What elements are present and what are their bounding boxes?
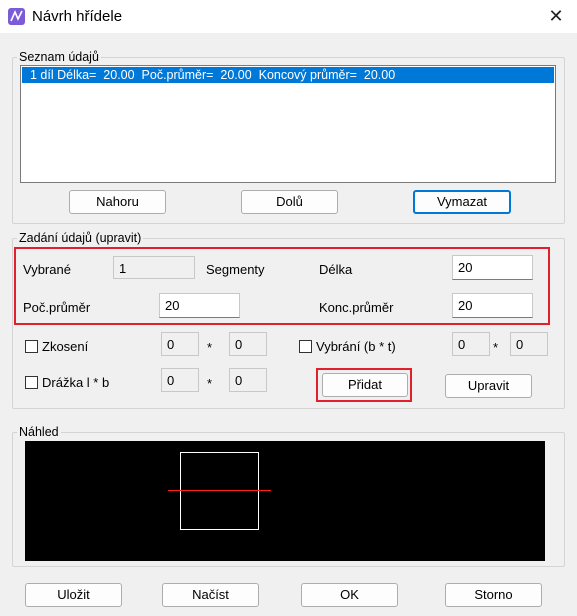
edit-button[interactable]: Upravit [445, 374, 532, 398]
chamfer-a-field[interactable]: 0 [161, 332, 199, 356]
close-icon[interactable]: ✕ [545, 5, 567, 27]
selected-value-field: 1 [113, 256, 195, 279]
groove-a-field[interactable]: 0 [161, 368, 199, 392]
shaft-preview-canvas [25, 441, 545, 561]
start-diameter-label: Poč.průměr [23, 300, 91, 315]
save-button[interactable]: Uložit [25, 583, 122, 607]
chamfer-times: * [207, 340, 213, 355]
length-field[interactable]: 20 [452, 255, 533, 280]
groove-times: * [207, 376, 213, 391]
end-diameter-field[interactable]: 20 [452, 293, 533, 318]
delete-button[interactable]: Vymazat [413, 190, 511, 214]
groove-label: Drážka l * b [42, 375, 110, 390]
shaft-design-icon [8, 8, 25, 25]
preview-group-label: Náhled [17, 425, 61, 439]
groove-b-field[interactable]: 0 [229, 368, 267, 392]
undercut-a-field[interactable]: 0 [452, 332, 490, 356]
ok-button[interactable]: OK [301, 583, 398, 607]
list-item[interactable]: 1 díl Délka= 20.00 Poč.průměr= 20.00 Kon… [22, 67, 554, 83]
chamfer-label: Zkosení [42, 339, 89, 354]
load-button[interactable]: Načíst [162, 583, 259, 607]
chamfer-b-field[interactable]: 0 [229, 332, 267, 356]
length-label: Délka [319, 262, 353, 277]
window-title: Návrh hřídele [32, 8, 123, 25]
undercut-b-field[interactable]: 0 [510, 332, 548, 356]
add-button[interactable]: Přidat [322, 373, 408, 397]
data-listbox[interactable]: 1 díl Délka= 20.00 Poč.průměr= 20.00 Kon… [20, 65, 556, 183]
undercut-label: Vybrání (b * t) [316, 339, 396, 354]
list-group-label: Seznam údajů [17, 50, 101, 64]
end-diameter-label: Konc.průměr [319, 300, 394, 315]
groove-checkbox[interactable] [25, 376, 38, 389]
undercut-times: * [493, 340, 499, 355]
start-diameter-field[interactable]: 20 [159, 293, 240, 318]
undercut-checkbox[interactable] [299, 340, 312, 353]
input-group-label: Zadání údajů (upravit) [17, 231, 144, 245]
segments-label: Segmenty [206, 262, 265, 277]
cancel-button[interactable]: Storno [445, 583, 542, 607]
down-button[interactable]: Dolů [241, 190, 338, 214]
selected-label: Vybrané [23, 262, 71, 277]
up-button[interactable]: Nahoru [69, 190, 166, 214]
chamfer-checkbox[interactable] [25, 340, 38, 353]
